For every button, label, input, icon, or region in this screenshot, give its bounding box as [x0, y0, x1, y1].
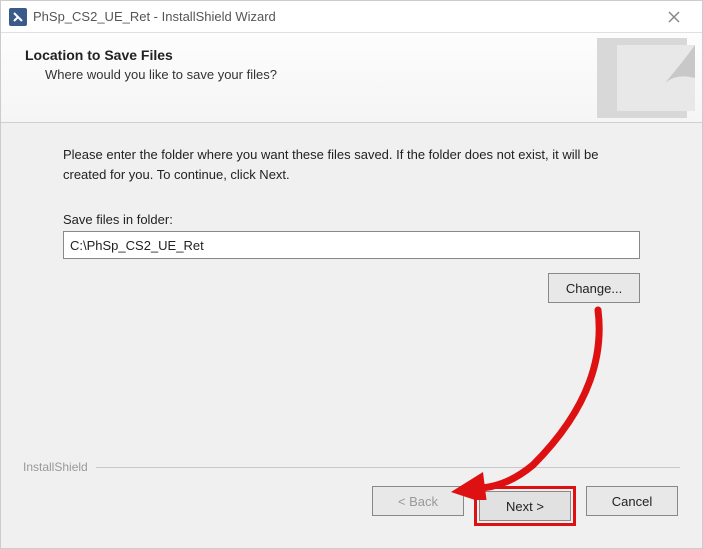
installer-window: PhSp_CS2_UE_Ret - InstallShield Wizard L…	[0, 0, 703, 549]
brand-label: InstallShield	[23, 460, 88, 474]
close-button[interactable]	[654, 1, 694, 32]
wizard-content: Please enter the folder where you want t…	[1, 123, 702, 460]
app-icon	[9, 8, 27, 26]
change-button[interactable]: Change...	[548, 273, 640, 303]
page-subtitle: Where would you like to save your files?	[45, 67, 678, 82]
wizard-footer: InstallShield < Back Next > Cancel	[1, 460, 702, 548]
titlebar: PhSp_CS2_UE_Ret - InstallShield Wizard	[1, 1, 702, 33]
path-label: Save files in folder:	[63, 212, 640, 227]
wizard-header: Location to Save Files Where would you l…	[1, 33, 702, 123]
header-decoration-icon	[587, 33, 702, 123]
instruction-text: Please enter the folder where you want t…	[63, 145, 640, 184]
close-icon	[668, 11, 680, 23]
back-button[interactable]: < Back	[372, 486, 464, 516]
next-highlight-box: Next >	[474, 486, 576, 526]
path-input[interactable]	[63, 231, 640, 259]
cancel-button[interactable]: Cancel	[586, 486, 678, 516]
next-button[interactable]: Next >	[479, 491, 571, 521]
page-title: Location to Save Files	[25, 47, 678, 63]
divider	[96, 467, 680, 468]
window-title: PhSp_CS2_UE_Ret - InstallShield Wizard	[33, 9, 654, 24]
